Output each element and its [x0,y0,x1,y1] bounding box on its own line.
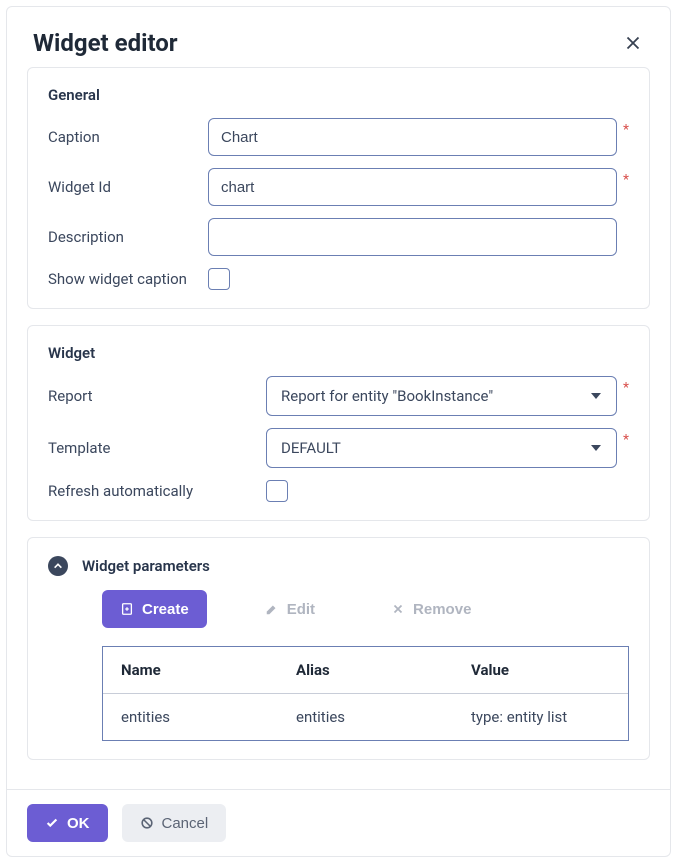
ban-icon [140,816,154,830]
file-plus-icon [120,602,134,616]
required-mark: * [623,172,629,188]
refresh-checkbox[interactable] [266,480,288,502]
report-label: Report [48,387,266,405]
caret-down-icon [590,442,602,454]
caption-row: Caption * [48,118,629,156]
description-label: Description [48,228,208,246]
widget-id-row: Widget Id * [48,168,629,206]
col-value: Value [453,647,628,693]
cell-name: entities [103,694,278,740]
dialog-content: General Caption * Widget Id * Descriptio… [7,67,670,760]
close-button[interactable] [622,32,644,54]
params-panel: Widget parameters Create Edit Remove [27,537,650,760]
widget-legend: Widget [48,344,629,362]
collapse-button[interactable] [48,556,68,576]
cancel-label: Cancel [162,815,209,832]
remove-icon [391,602,405,616]
ok-button[interactable]: OK [27,804,108,842]
caret-down-icon [590,390,602,402]
template-select[interactable]: DEFAULT [266,428,617,468]
dialog-footer: OK Cancel [7,789,670,856]
col-name: Name [103,647,278,693]
close-icon [622,32,644,54]
remove-label: Remove [413,601,471,618]
report-value: Report for entity "BookInstance" [281,387,493,405]
check-icon [45,816,59,830]
table-header-row: Name Alias Value [103,647,628,694]
refresh-label: Refresh automatically [48,482,266,500]
pencil-icon [265,602,279,616]
show-caption-checkbox[interactable] [208,268,230,290]
caption-label: Caption [48,128,208,146]
edit-button[interactable]: Edit [247,590,333,628]
cell-value: type: entity list [453,694,628,740]
required-mark: * [623,380,629,396]
params-table: Name Alias Value entities entities type:… [102,646,629,741]
template-row: Template DEFAULT * [48,428,629,468]
show-caption-row: Show widget caption [48,268,629,290]
description-row: Description * [48,218,629,256]
caption-input[interactable] [208,118,617,156]
remove-button[interactable]: Remove [373,590,489,628]
widget-id-label: Widget Id [48,178,208,196]
create-label: Create [142,601,189,618]
ok-label: OK [67,815,90,832]
refresh-row: Refresh automatically [48,480,629,502]
dialog-header: Widget editor [7,7,670,67]
description-input[interactable] [208,218,617,256]
general-panel: General Caption * Widget Id * Descriptio… [27,67,650,309]
widget-panel: Widget Report Report for entity "BookIns… [27,325,650,521]
cell-alias: entities [278,694,453,740]
params-body: Create Edit Remove Name Alias [48,590,629,741]
create-button[interactable]: Create [102,590,207,628]
edit-label: Edit [287,601,315,618]
report-row: Report Report for entity "BookInstance" … [48,376,629,416]
chevron-up-icon [53,561,63,571]
template-value: DEFAULT [281,439,341,457]
cancel-button[interactable]: Cancel [122,804,227,842]
required-mark: * [623,122,629,138]
params-legend: Widget parameters [82,557,210,575]
table-row[interactable]: entities entities type: entity list [103,694,628,740]
params-toolbar: Create Edit Remove [102,590,629,628]
required-mark: * [623,432,629,448]
show-caption-label: Show widget caption [48,270,208,288]
widget-id-input[interactable] [208,168,617,206]
widget-editor-dialog: Widget editor General Caption * Widget I… [6,6,671,857]
col-alias: Alias [278,647,453,693]
dialog-title: Widget editor [33,29,178,57]
template-label: Template [48,439,266,457]
report-select[interactable]: Report for entity "BookInstance" [266,376,617,416]
general-legend: General [48,86,629,104]
